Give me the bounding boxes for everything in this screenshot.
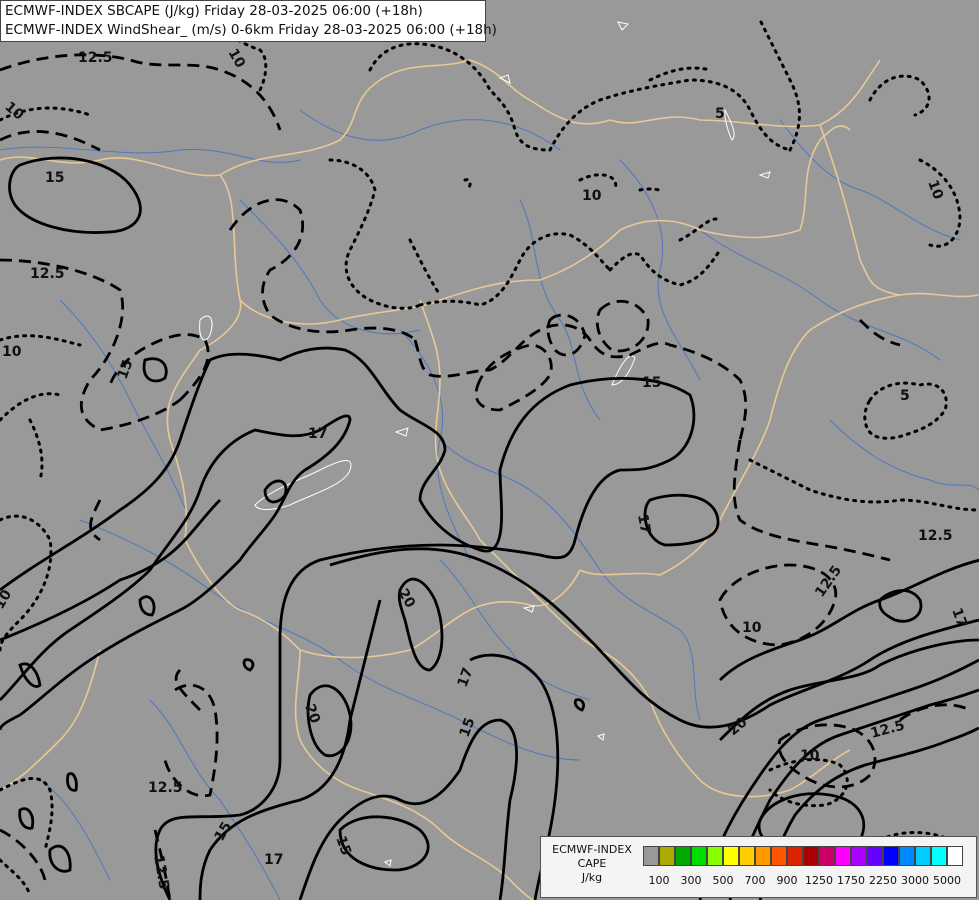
legend-tick-label: 900 [776,874,798,887]
legend-swatch [867,846,883,866]
cape-legend: ECMWF-INDEX CAPE J/kg 100 300 500 700 900 125… [540,836,977,898]
legend-swatches [643,846,963,866]
legend-swatch [691,846,707,866]
title-line-windshear: ECMWF-INDEX WindShear_ (m/s) 0-6km Frida… [5,22,497,38]
legend-tick-label: 700 [744,874,766,887]
legend-swatch [659,846,675,866]
legend-tick-label: 500 [712,874,734,887]
contour-label: 12.5 [78,50,113,66]
contour-label: 12.5 [30,266,65,282]
legend-ticks: 100 300 500 700 900 1250 1750 2250 3000 5000 [643,874,973,888]
legend-swatch [931,846,947,866]
legend-swatch [755,846,771,866]
legend-swatch [803,846,819,866]
legend-swatch [771,846,787,866]
map-background [0,0,979,900]
legend-swatch [899,846,915,866]
legend-swatch [675,846,691,866]
contour-label: 10 [800,748,820,764]
legend-tick-label: 2250 [869,874,897,887]
title-line-cape: ECMWF-INDEX SBCAPE (J/kg) Friday 28-03-2… [5,3,423,19]
contour-label: 17 [308,426,327,442]
legend-variable: CAPE [577,857,607,870]
contour-label: 10 [2,344,22,360]
contour-label: 17 [634,513,653,535]
legend-swatch [947,846,963,866]
contour-label: 15 [642,375,661,391]
legend-swatch [819,846,835,866]
legend-swatch [723,846,739,866]
legend-swatch [787,846,803,866]
contour-label: 15 [45,170,64,186]
contour-label: 5 [715,106,725,122]
contour-label: 12.5 [918,528,953,544]
map-title-box: ECMWF-INDEX SBCAPE (J/kg) Friday 28-03-2… [0,0,497,42]
legend-tick-label: 1250 [805,874,833,887]
legend-source: ECMWF-INDEX [552,843,632,856]
contour-label: 5 [900,388,910,404]
contour-label: 12.5 [148,780,183,796]
legend-swatch [643,846,659,866]
legend-swatch [707,846,723,866]
legend-tick-label: 5000 [933,874,961,887]
map-canvas: 12.5 10 15 12.5 10 15 17 15 5 10 10 17 5… [0,0,979,900]
contour-label: 10 [582,188,602,204]
legend-swatch [835,846,851,866]
contour-label: 17 [264,852,283,868]
legend-caption: ECMWF-INDEX CAPE J/kg [545,843,639,885]
contour-label: 10 [742,620,762,636]
legend-swatch [883,846,899,866]
legend-tick-label: 1750 [837,874,865,887]
legend-swatch [851,846,867,866]
legend-unit: J/kg [581,871,603,884]
legend-tick-label: 300 [680,874,702,887]
legend-tick-label: 3000 [901,874,929,887]
legend-swatch [739,846,755,866]
legend-swatch [915,846,931,866]
legend-tick-label: 100 [648,874,670,887]
